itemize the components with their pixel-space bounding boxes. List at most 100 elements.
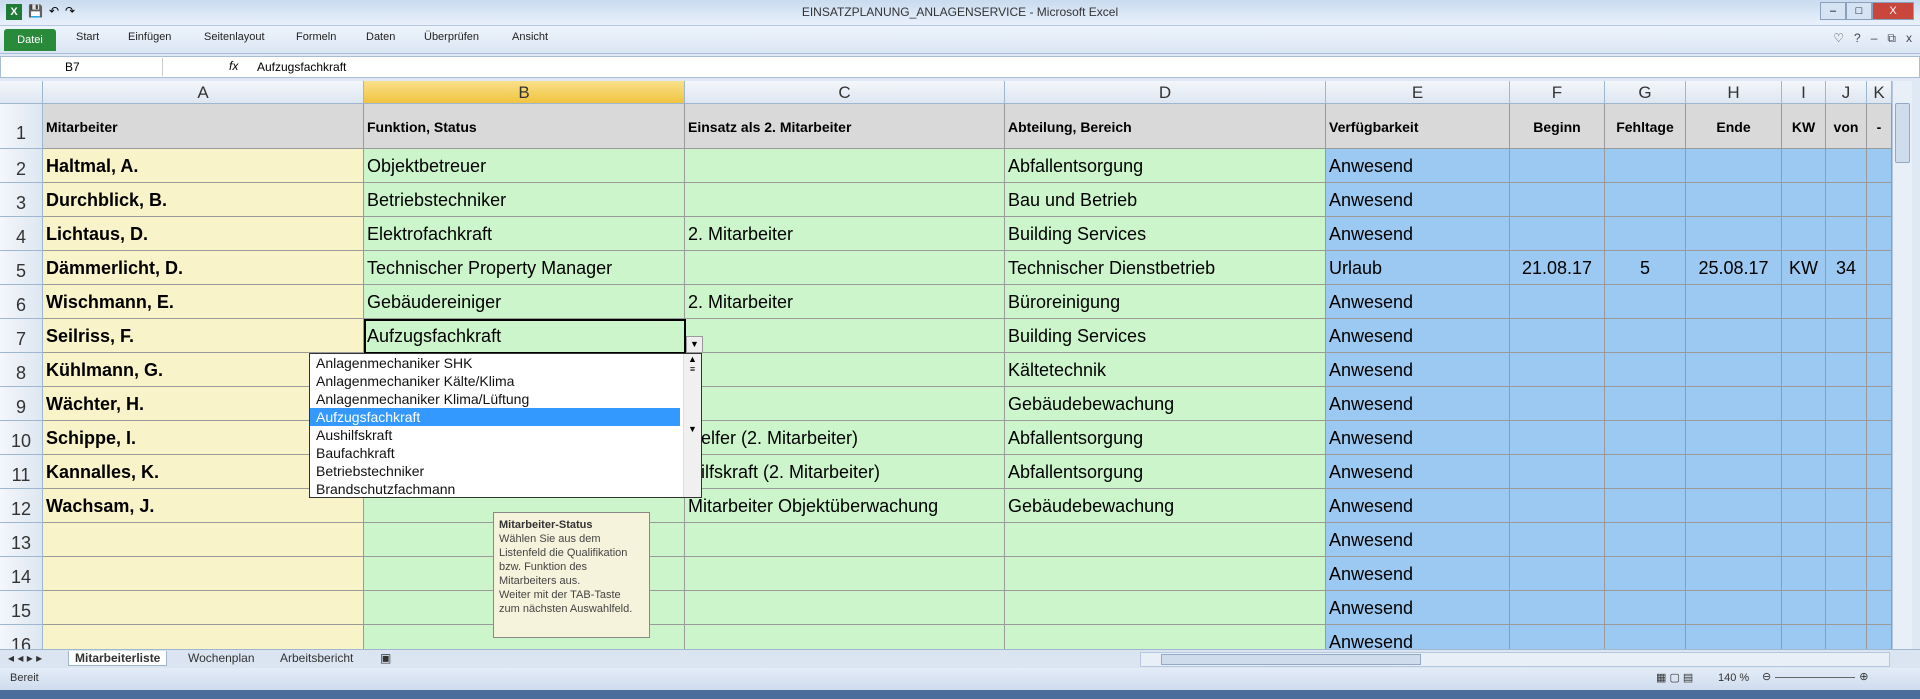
- header-cell-k[interactable]: -: [1867, 104, 1892, 149]
- cell-c4[interactable]: 2. Mitarbeiter: [685, 217, 1005, 251]
- dropdown-scrollbar[interactable]: ▲ ≡ ▼: [683, 354, 701, 497]
- column-header-i[interactable]: I: [1782, 81, 1826, 104]
- cell-j13[interactable]: [1826, 523, 1867, 557]
- cell-h9[interactable]: [1686, 387, 1782, 421]
- column-header-g[interactable]: G: [1605, 81, 1686, 104]
- header-cell-e[interactable]: Verfügbarkeit: [1326, 104, 1510, 149]
- cell-f15[interactable]: [1510, 591, 1605, 625]
- zoom-slider[interactable]: ⊖ ⊕: [1762, 670, 1882, 686]
- cell-e12[interactable]: Anwesend: [1326, 489, 1510, 523]
- cell-i14[interactable]: [1782, 557, 1826, 591]
- minimize-ribbon-icon[interactable]: ♡: [1833, 31, 1844, 46]
- row-header-8[interactable]: 8: [0, 353, 43, 387]
- cell-e2[interactable]: Anwesend: [1326, 149, 1510, 183]
- cell-j2[interactable]: [1826, 149, 1867, 183]
- cell-e13[interactable]: Anwesend: [1326, 523, 1510, 557]
- scroll-thumb[interactable]: [1895, 103, 1910, 163]
- cell-j9[interactable]: [1826, 387, 1867, 421]
- header-cell-j[interactable]: von: [1826, 104, 1867, 149]
- cell-g7[interactable]: [1605, 319, 1686, 353]
- insert-function-icon[interactable]: fx: [229, 59, 238, 73]
- cell-k16[interactable]: [1867, 625, 1892, 649]
- header-cell-g[interactable]: Fehltage: [1605, 104, 1686, 149]
- tab-ansicht[interactable]: Ansicht: [512, 31, 548, 43]
- cell-h8[interactable]: [1686, 353, 1782, 387]
- tab-daten[interactable]: Daten: [366, 31, 395, 43]
- cell-k7[interactable]: [1867, 319, 1892, 353]
- cell-g12[interactable]: [1605, 489, 1686, 523]
- cell-i8[interactable]: [1782, 353, 1826, 387]
- name-box[interactable]: B7: [5, 58, 163, 76]
- formula-input[interactable]: Aufzugsfachkraft: [257, 60, 346, 74]
- cell-g13[interactable]: [1605, 523, 1686, 557]
- cell-e9[interactable]: Anwesend: [1326, 387, 1510, 421]
- cell-j7[interactable]: [1826, 319, 1867, 353]
- cell-j12[interactable]: [1826, 489, 1867, 523]
- cell-g10[interactable]: [1605, 421, 1686, 455]
- cell-e8[interactable]: Anwesend: [1326, 353, 1510, 387]
- cell-i3[interactable]: [1782, 183, 1826, 217]
- cell-k3[interactable]: [1867, 183, 1892, 217]
- cell-h7[interactable]: [1686, 319, 1782, 353]
- cell-f14[interactable]: [1510, 557, 1605, 591]
- cell-h5[interactable]: 25.08.17: [1686, 251, 1782, 285]
- cell-b3[interactable]: Betriebstechniker: [364, 183, 685, 217]
- cell-b5[interactable]: Technischer Property Manager: [364, 251, 685, 285]
- header-cell-c[interactable]: Einsatz als 2. Mitarbeiter: [685, 104, 1005, 149]
- cell-f13[interactable]: [1510, 523, 1605, 557]
- validation-dropdown-list[interactable]: Anlagenmechaniker SHK Anlagenmechaniker K…: [309, 353, 702, 498]
- cell-k8[interactable]: [1867, 353, 1892, 387]
- cell-d12[interactable]: Gebäudebewachung: [1005, 489, 1326, 523]
- cell-h16[interactable]: [1686, 625, 1782, 649]
- column-header-c[interactable]: C: [685, 81, 1005, 104]
- cell-d2[interactable]: Abfallentsorgung: [1005, 149, 1326, 183]
- column-header-h[interactable]: H: [1686, 81, 1782, 104]
- header-cell-i[interactable]: KW: [1782, 104, 1826, 149]
- row-header-4[interactable]: 4: [0, 217, 43, 251]
- cell-c16[interactable]: [685, 625, 1005, 649]
- cell-k2[interactable]: [1867, 149, 1892, 183]
- row-header-11[interactable]: 11: [0, 455, 43, 489]
- cell-c9[interactable]: [685, 387, 1005, 421]
- cell-g14[interactable]: [1605, 557, 1686, 591]
- cell-g16[interactable]: [1605, 625, 1686, 649]
- cell-i15[interactable]: [1782, 591, 1826, 625]
- minimize-button[interactable]: –: [1820, 2, 1846, 20]
- cell-f16[interactable]: [1510, 625, 1605, 649]
- cell-c13[interactable]: [685, 523, 1005, 557]
- dropdown-option[interactable]: Anlagenmechaniker Klima/Lüftung: [310, 390, 680, 408]
- cell-i4[interactable]: [1782, 217, 1826, 251]
- cell-d15[interactable]: [1005, 591, 1326, 625]
- cell-b6[interactable]: Gebäudereiniger: [364, 285, 685, 319]
- cell-h4[interactable]: [1686, 217, 1782, 251]
- cell-e14[interactable]: Anwesend: [1326, 557, 1510, 591]
- tab-seitenlayout[interactable]: Seitenlayout: [204, 31, 265, 43]
- cell-c5[interactable]: [685, 251, 1005, 285]
- cell-e10[interactable]: Anwesend: [1326, 421, 1510, 455]
- cell-a14[interactable]: [43, 557, 364, 591]
- workbook-minimize-icon[interactable]: –: [1871, 31, 1878, 46]
- cell-g5[interactable]: 5: [1605, 251, 1686, 285]
- cell-e11[interactable]: Anwesend: [1326, 455, 1510, 489]
- cell-j8[interactable]: [1826, 353, 1867, 387]
- row-header-12[interactable]: 12: [0, 489, 43, 523]
- row-header-3[interactable]: 3: [0, 183, 43, 217]
- cell-c10[interactable]: Helfer (2. Mitarbeiter): [685, 421, 1005, 455]
- cell-j6[interactable]: [1826, 285, 1867, 319]
- row-header-15[interactable]: 15: [0, 591, 43, 625]
- cell-c3[interactable]: [685, 183, 1005, 217]
- cell-d8[interactable]: Kältetechnik: [1005, 353, 1326, 387]
- row-header-1[interactable]: 1: [0, 104, 43, 149]
- tab-einfuegen[interactable]: Einfügen: [128, 31, 171, 43]
- cell-c2[interactable]: [685, 149, 1005, 183]
- cell-c14[interactable]: [685, 557, 1005, 591]
- cell-f4[interactable]: [1510, 217, 1605, 251]
- cell-d13[interactable]: [1005, 523, 1326, 557]
- cell-k9[interactable]: [1867, 387, 1892, 421]
- header-cell-a[interactable]: Mitarbeiter: [43, 104, 364, 149]
- close-button[interactable]: X: [1872, 2, 1914, 20]
- cell-a16[interactable]: [43, 625, 364, 649]
- cell-k15[interactable]: [1867, 591, 1892, 625]
- cell-a7[interactable]: Seilriss, F.: [43, 319, 364, 353]
- cell-i13[interactable]: [1782, 523, 1826, 557]
